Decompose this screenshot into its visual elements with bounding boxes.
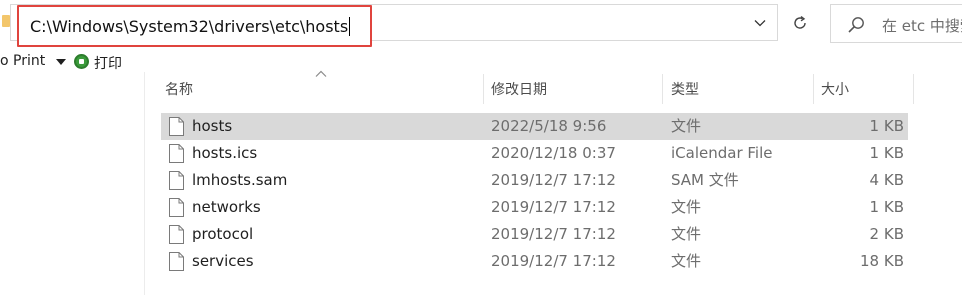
file-size: 1 KB [869, 198, 904, 216]
file-icon [169, 252, 184, 271]
file-type: 文件 [671, 117, 702, 135]
column-divider[interactable] [662, 74, 663, 104]
folder-icon [2, 15, 10, 27]
command-bar: o Print 打印 [0, 50, 962, 74]
text-caret [349, 16, 351, 36]
file-size: 1 KB [869, 144, 904, 162]
file-name: services [192, 252, 254, 270]
file-name: hosts.ics [192, 144, 258, 162]
file-icon [169, 225, 184, 244]
refresh-button[interactable] [785, 8, 815, 38]
file-row[interactable]: lmhosts.sam 2019/12/7 17:12 SAM 文件 4 KB [161, 167, 908, 194]
search-box[interactable]: 在 etc 中搜索 [830, 4, 962, 43]
column-header-date-modified[interactable]: 修改日期 [491, 74, 661, 104]
column-header-name[interactable]: 名称 [165, 74, 480, 104]
column-divider[interactable] [483, 74, 484, 104]
column-header-size[interactable]: 大小 [821, 74, 911, 104]
file-size: 18 KB [860, 252, 904, 270]
file-type: 文件 [671, 252, 702, 270]
file-explorer-window: C:\Windows\System32\drivers\etc\hosts 在 … [0, 0, 962, 295]
file-size: 1 KB [869, 117, 904, 135]
address-input[interactable]: C:\Windows\System32\drivers\etc\hosts [17, 5, 372, 47]
search-placeholder: 在 etc 中搜索 [882, 17, 962, 35]
file-date-modified: 2019/12/7 17:12 [491, 225, 616, 243]
column-divider[interactable] [813, 74, 814, 104]
file-size: 2 KB [869, 225, 904, 243]
refresh-icon [794, 15, 806, 29]
file-name: lmhosts.sam [192, 171, 288, 189]
file-row[interactable]: protocol 2019/12/7 17:12 文件 2 KB [161, 221, 908, 248]
file-row[interactable]: services 2019/12/7 17:12 文件 18 KB [161, 248, 908, 275]
file-size: 4 KB [869, 171, 904, 189]
search-icon [848, 17, 864, 33]
file-icon [169, 144, 184, 163]
file-date-modified: 2019/12/7 17:12 [491, 252, 616, 270]
file-icon [169, 171, 184, 190]
caret-down-icon[interactable] [56, 59, 66, 65]
print-menu-label[interactable]: o Print [0, 53, 45, 69]
file-date-modified: 2020/12/18 0:37 [491, 144, 616, 162]
column-header-type[interactable]: 类型 [671, 74, 811, 104]
file-row[interactable]: hosts.ics 2020/12/18 0:37 iCalendar File… [161, 140, 908, 167]
address-history-dropdown-button[interactable] [745, 8, 775, 38]
navigation-pane[interactable] [0, 72, 145, 295]
file-icon [169, 198, 184, 217]
file-name: networks [192, 198, 261, 216]
file-icon [169, 117, 184, 136]
file-date-modified: 2019/12/7 17:12 [491, 198, 616, 216]
file-type: SAM 文件 [671, 171, 739, 189]
file-date-modified: 2019/12/7 17:12 [491, 171, 616, 189]
file-name: hosts [192, 117, 233, 135]
file-name: protocol [192, 225, 254, 243]
print-button[interactable]: 打印 [94, 53, 122, 73]
file-type: 文件 [671, 198, 702, 216]
file-date-modified: 2022/5/18 9:56 [491, 117, 607, 135]
navigation-bar: C:\Windows\System32\drivers\etc\hosts 在 … [0, 0, 962, 48]
chevron-down-icon [754, 20, 766, 27]
address-path: C:\Windows\System32\drivers\etc\hosts [30, 16, 349, 36]
file-type: iCalendar File [671, 144, 773, 162]
file-row[interactable]: networks 2019/12/7 17:12 文件 1 KB [161, 194, 908, 221]
column-divider[interactable] [913, 74, 914, 104]
file-type: 文件 [671, 225, 702, 243]
printer-icon[interactable] [74, 54, 89, 69]
file-row[interactable]: hosts 2022/5/18 9:56 文件 1 KB [161, 113, 908, 140]
